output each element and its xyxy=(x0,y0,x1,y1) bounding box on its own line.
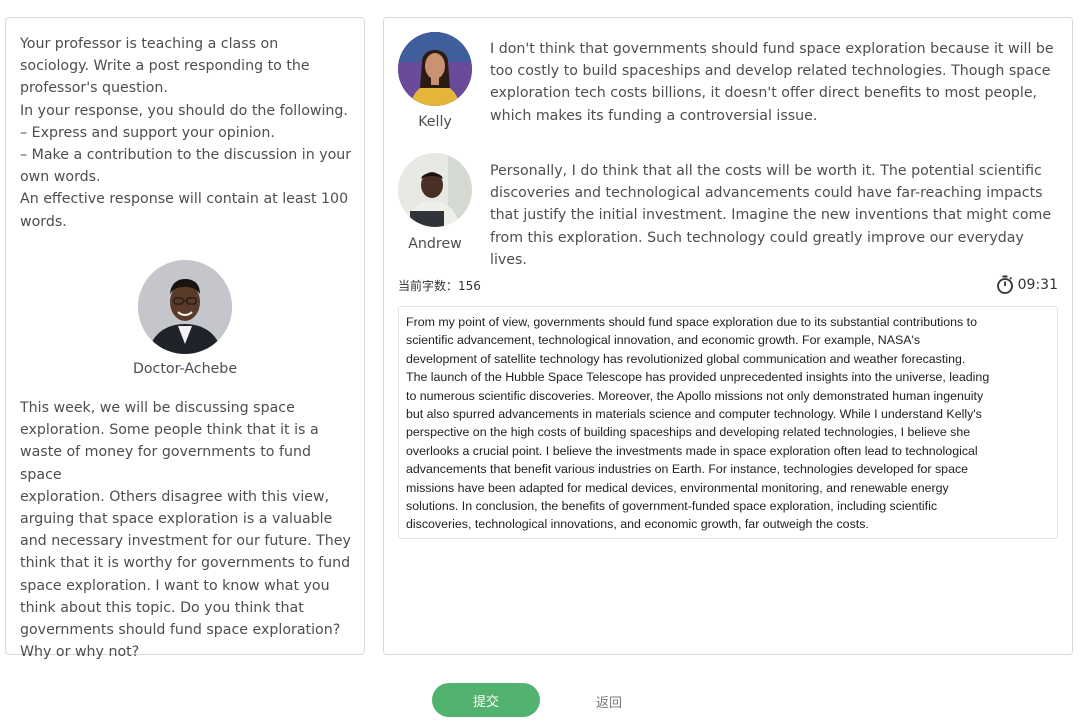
response-line: discoveries, technological innovations, … xyxy=(406,517,869,532)
response-line: scientific advancement, technological in… xyxy=(406,333,921,348)
post-line: too costly to build spaceships and devel… xyxy=(490,63,1051,80)
response-line: to numerous scientific discoveries. More… xyxy=(406,388,984,403)
instruction-line: words. xyxy=(20,213,67,230)
question-line: and necessary investment for our future.… xyxy=(20,533,351,550)
kelly-name: Kelly xyxy=(418,114,452,130)
instruction-line: – Express and support your opinion. xyxy=(20,124,275,141)
timer-value: 09:31 xyxy=(1017,277,1058,293)
kelly-photo xyxy=(398,32,472,106)
andrew-post: Personally, I do think that all the cost… xyxy=(490,160,1056,271)
instruction-line: sociology. Write a post responding to th… xyxy=(20,58,310,75)
response-line: From my point of view, governments shoul… xyxy=(406,315,977,329)
response-line: advancements that benefit various indust… xyxy=(406,462,969,477)
andrew-photo xyxy=(398,153,472,227)
response-textarea[interactable]: From my point of view, governments shoul… xyxy=(398,306,1058,539)
question-line: space exploration. I want to know what y… xyxy=(20,577,330,594)
kelly-post: I don't think that governments should fu… xyxy=(490,38,1056,127)
countdown-timer: 09:31 xyxy=(996,275,1058,295)
question-line: waste of money for governments to fund s… xyxy=(20,444,311,483)
post-line: from this exploration. Such technology c… xyxy=(490,229,1024,268)
back-link[interactable]: 返回 xyxy=(596,692,622,711)
post-line: I don't think that governments should fu… xyxy=(490,41,1054,57)
response-line: development of satellite technology has … xyxy=(406,351,966,366)
instruction-line: own words. xyxy=(20,169,101,186)
instruction-line: professor's question. xyxy=(20,80,168,97)
instruction-line: An effective response will contain at le… xyxy=(20,191,349,208)
word-count-label: 当前字数： xyxy=(398,279,459,293)
question-line: arguing that space exploration is a valu… xyxy=(20,511,333,528)
response-line: missions have been adapted for medical d… xyxy=(406,480,949,495)
instruction-line: – Make a contribution to the discussion … xyxy=(20,147,352,164)
instruction-line: Your professor is teaching a class on xyxy=(20,36,279,52)
instruction-line: In your response, you should do the foll… xyxy=(20,102,348,119)
post-line: Personally, I do think that all the cost… xyxy=(490,163,1042,179)
question-line: This week, we will be discussing space xyxy=(20,400,295,416)
word-count: 当前字数：156 xyxy=(398,277,481,294)
question-line: think that it is worthy for governments … xyxy=(20,555,351,572)
kelly-avatar xyxy=(398,32,472,106)
professor-name: Doctor-Achebe xyxy=(132,361,238,377)
post-line: exploration tech costs billions, it does… xyxy=(490,85,1038,102)
question-line: exploration. Some people think that it i… xyxy=(20,422,319,439)
question-line: think about this topic. Do you think tha… xyxy=(20,599,304,616)
discussion-panel: Kelly I don't think that governments sho… xyxy=(383,17,1073,655)
submit-button[interactable]: 提交 xyxy=(432,683,540,717)
professor-question: This week, we will be discussing space e… xyxy=(20,397,356,663)
question-line: Why or why not? xyxy=(20,644,140,661)
response-line: The launch of the Hubble Space Telescope… xyxy=(406,370,990,385)
question-line: governments should fund space exploratio… xyxy=(20,622,341,639)
response-line: overlooks a crucial point. I believe the… xyxy=(406,443,978,458)
question-line: exploration. Others disagree with this v… xyxy=(20,488,330,505)
response-line: solutions. In conclusion, the benefits o… xyxy=(406,499,938,514)
word-count-value: 156 xyxy=(458,279,481,293)
post-line: discoveries and technological advancemen… xyxy=(490,185,1043,202)
post-line: which makes its funding a controversial … xyxy=(490,107,818,124)
task-instructions: Your professor is teaching a class on so… xyxy=(20,33,356,233)
response-line: perspective on the high costs of buildin… xyxy=(406,425,971,440)
andrew-name: Andrew xyxy=(408,236,462,252)
professor-photo xyxy=(138,260,232,354)
professor-avatar xyxy=(138,260,232,354)
professor-panel: Your professor is teaching a class on so… xyxy=(5,17,365,660)
response-line: but also spurred advancements in materia… xyxy=(406,407,982,422)
andrew-avatar xyxy=(398,153,472,227)
post-line: that justify the initial investment. Ima… xyxy=(490,207,1052,224)
stopwatch-icon xyxy=(996,275,1013,294)
